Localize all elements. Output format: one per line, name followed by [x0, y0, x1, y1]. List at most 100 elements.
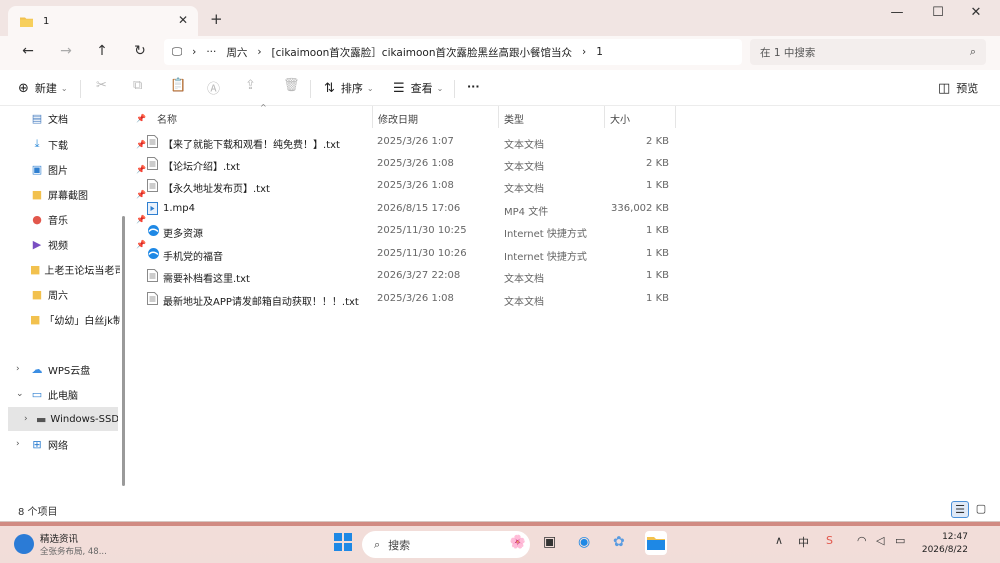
view-icon: ☰ [393, 80, 405, 96]
taskbar-search[interactable]: ⌕ 搜索 🌸 [362, 531, 530, 558]
chevron-down-icon[interactable]: ⌄ [16, 389, 24, 399]
sidebar-item-label: 「幼幼」白丝jk制 [44, 315, 120, 327]
column-header-type[interactable]: 类型 [504, 106, 524, 130]
sidebar-item-folder-saturday[interactable]: ■ 周六 [30, 283, 120, 305]
share-icon[interactable]: ⇪ [245, 78, 256, 93]
file-list: ^ 名称 修改日期 类型 大小 【来了就能下载和观看！纯免费！】.txt 202… [130, 103, 1000, 498]
sidebar-item-folder-youyou[interactable]: ■ 「幼幼」白丝jk制 [30, 308, 120, 330]
document-icon: ▤ [31, 111, 43, 125]
sidebar-item-label: 周六 [48, 290, 68, 302]
folder-icon: ■ [30, 262, 41, 276]
breadcrumb-item-saturday[interactable]: 周六 [226, 45, 247, 60]
tab-close-icon[interactable]: ✕ [178, 13, 188, 27]
file-type: Internet 快捷方式 [504, 252, 587, 263]
chevron-right-icon[interactable]: › [16, 364, 20, 374]
delete-icon[interactable]: 🗑 [283, 78, 300, 93]
chevron-up-icon[interactable]: ∧ [775, 534, 783, 547]
column-divider[interactable] [498, 106, 499, 128]
chevron-down-icon: ⌄ [436, 83, 444, 93]
windows-logo-icon [334, 533, 352, 551]
column-header-name[interactable]: 名称 [157, 106, 177, 130]
sidebar-item-windows-ssd[interactable]: › ▬ Windows-SSD [8, 407, 118, 431]
column-header-date[interactable]: 修改日期 [378, 106, 418, 130]
new-button[interactable]: ⊕ 新建 ⌄ [18, 80, 68, 96]
details-view-icon[interactable]: ☰ [951, 501, 969, 518]
sort-button[interactable]: ⇅ 排序 ⌄ [324, 80, 374, 96]
input-method-icon[interactable]: 中 [798, 534, 809, 550]
new-tab-button[interactable]: + [210, 10, 223, 28]
battery-icon[interactable]: ▭ [895, 534, 905, 547]
chevron-right-icon[interactable]: › [16, 439, 20, 449]
table-row[interactable]: 【来了就能下载和观看！纯免费！】.txt 2025/3/26 1:07 文本文档… [142, 131, 677, 153]
table-row[interactable]: 【论坛介绍】.txt 2025/3/26 1:08 文本文档 2 KB [142, 153, 677, 175]
maximize-button[interactable]: ☐ [928, 5, 948, 20]
preview-button[interactable]: ◫ 预览 [938, 80, 978, 96]
news-widget[interactable]: 精选资讯 全张务布局, 48... [14, 531, 107, 557]
app-icon[interactable]: ✿ [613, 534, 625, 550]
scrollbar-thumb[interactable] [122, 216, 125, 486]
file-name: 【永久地址发布页】.txt [163, 184, 270, 195]
breadcrumb-item-folder[interactable]: [cikaimoon首次露脸］cikaimoon首次露脸黑丝高跟小餐馆当众 [272, 45, 572, 60]
tiles-view-icon[interactable]: ▢ [972, 501, 990, 518]
volume-icon[interactable]: ◁ [876, 534, 884, 547]
system-clock[interactable]: 12:47 2026/8/22 [922, 531, 968, 557]
breadcrumb-overflow[interactable]: ··· [206, 46, 216, 58]
file-explorer-taskbar-icon[interactable] [645, 531, 667, 555]
file-type: MP4 文件 [504, 207, 549, 218]
close-button[interactable]: ✕ [966, 5, 986, 20]
table-row[interactable]: 手机党的福音 2025/11/30 10:26 Internet 快捷方式 1 … [142, 243, 677, 265]
start-button[interactable] [334, 533, 352, 555]
edge-browser-icon[interactable]: ◉ [578, 534, 590, 550]
sort-button-label: 排序 [340, 82, 363, 95]
up-arrow-icon[interactable]: ↑ [92, 43, 112, 59]
wps-tray-icon[interactable]: S [826, 534, 833, 547]
file-name: 手机党的福音 [163, 252, 223, 263]
tab-current[interactable]: 1 ✕ [8, 6, 198, 36]
folder-icon [20, 17, 33, 27]
cut-icon[interactable]: ✂ [96, 78, 107, 93]
sidebar-item-label: 此电脑 [48, 390, 78, 402]
table-row[interactable]: 最新地址及APP请发邮箱自动获取！！！.txt 2025/3/26 1:08 文… [142, 288, 677, 310]
internet-shortcut-icon [148, 225, 159, 236]
search-input[interactable]: 在 1 中搜索 ⌕ [750, 39, 986, 65]
wifi-icon[interactable]: ◠ [857, 534, 867, 547]
sidebar-item-wps-cloud[interactable]: › ☁ WPS云盘 [14, 358, 120, 380]
table-row[interactable]: 需要补档看这里.txt 2026/3/27 22:08 文本文档 1 KB [142, 265, 677, 287]
chevron-right-icon[interactable]: › [24, 414, 28, 424]
refresh-icon[interactable]: ↻ [130, 43, 150, 59]
sidebar-item-network[interactable]: › ⊞ 网络 [14, 433, 120, 455]
table-row[interactable]: 1.mp4 2026/8/15 17:06 MP4 文件 336,002 KB [142, 198, 677, 220]
back-arrow-icon[interactable]: ← [18, 43, 38, 59]
sidebar-item-folder-laowang[interactable]: ■ 上老王论坛当老司 [30, 258, 120, 280]
folder-icon: ■ [31, 287, 43, 301]
column-divider[interactable] [372, 106, 373, 128]
forward-arrow-icon[interactable]: → [56, 43, 76, 59]
paste-icon[interactable]: 📋 [170, 78, 186, 93]
file-size: 1 KB [646, 270, 669, 281]
command-bar: ⊕ 新建 ⌄ ✂ ⧉ 📋 Ⓐ ⇪ 🗑 ⇅ 排序 ⌄ ☰ 查看 ⌄ ··· ◫ 预… [0, 70, 1000, 106]
sidebar-item-this-pc[interactable]: ⌄ ▭ 此电脑 [14, 383, 120, 405]
computer-icon: ▭ [31, 387, 43, 401]
column-divider[interactable] [675, 106, 676, 128]
breadcrumb-item-current[interactable]: 1 [596, 46, 603, 58]
file-size: 1 KB [646, 180, 669, 191]
table-row[interactable]: 更多资源 2025/11/30 10:25 Internet 快捷方式 1 KB [142, 220, 677, 242]
view-button[interactable]: ☰ 查看 ⌄ [393, 80, 443, 96]
taskbar-search-label: 搜索 [388, 538, 411, 552]
monitor-icon: 🖵 [172, 45, 183, 58]
task-view-icon[interactable]: ▣ [543, 534, 556, 550]
minimize-button[interactable]: — [887, 5, 907, 20]
sidebar-scrollbar[interactable] [122, 106, 126, 498]
table-row[interactable]: 【永久地址发布页】.txt 2025/3/26 1:08 文本文档 1 KB [142, 175, 677, 197]
column-header-size[interactable]: 大小 [610, 106, 630, 130]
preview-pane-icon: ◫ [938, 80, 951, 96]
address-bar[interactable]: 🖵 › ··· 周六 › [cikaimoon首次露脸］cikaimoon首次露… [164, 39, 742, 65]
download-icon: ⤓ [34, 137, 40, 150]
copy-icon[interactable]: ⧉ [133, 78, 142, 93]
column-divider[interactable] [604, 106, 605, 128]
chevron-right-icon: › [257, 46, 262, 58]
item-count: 8 个项目 [18, 507, 58, 518]
sidebar-item-label: WPS云盘 [48, 365, 91, 377]
rename-icon[interactable]: Ⓐ [207, 78, 220, 97]
more-options-button[interactable]: ··· [467, 80, 480, 93]
